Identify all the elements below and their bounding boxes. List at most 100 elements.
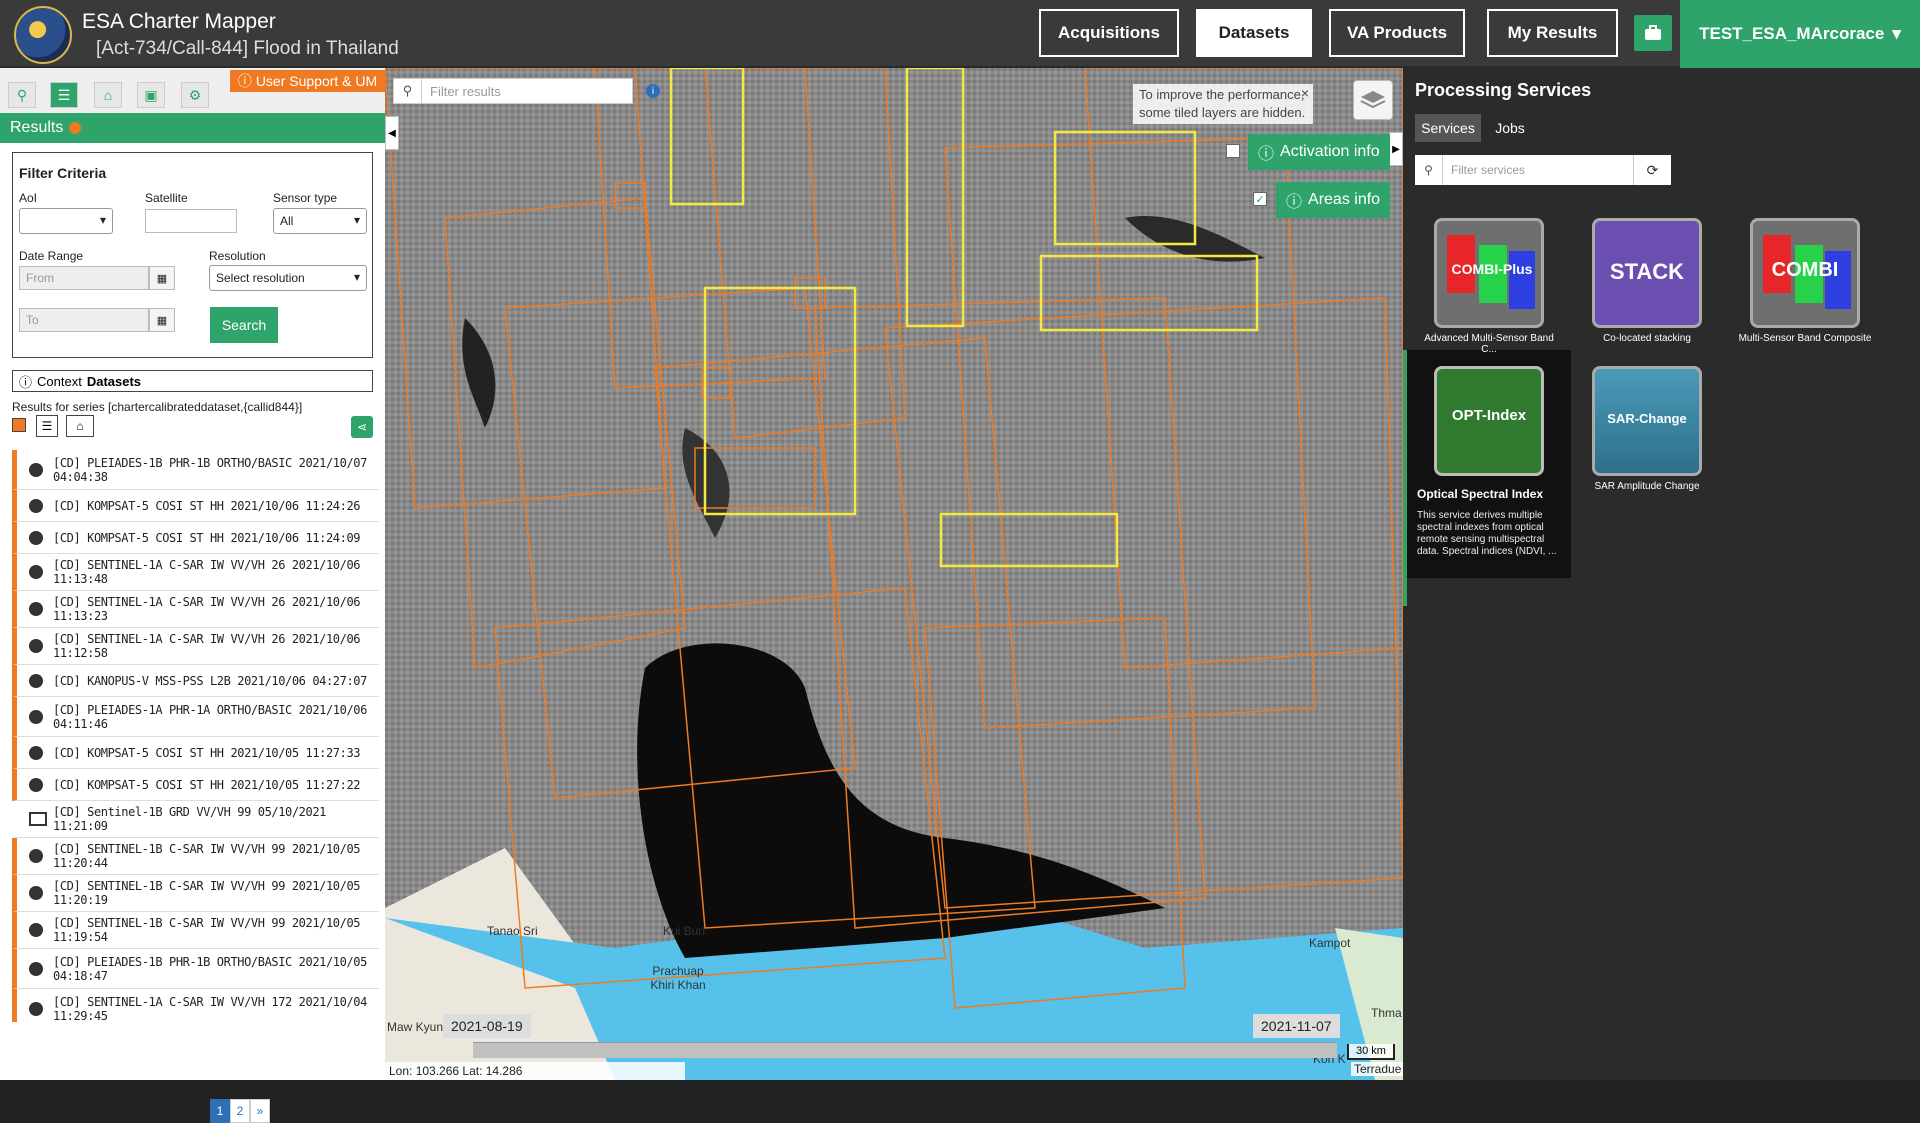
results-list-button[interactable]: ☰ <box>50 82 78 108</box>
list-view-button[interactable]: ☰ <box>36 415 58 437</box>
list-item-label: [CD] KOMPSAT-5 COSI ST HH 2021/10/06 11:… <box>53 530 361 545</box>
nav-datasets[interactable]: Datasets <box>1196 9 1312 57</box>
service-opt-index[interactable]: OPT-Index <box>1419 366 1559 476</box>
share-button[interactable]: ⋖ <box>351 416 373 438</box>
collapse-right-panel-button[interactable]: ▶ <box>1389 132 1403 166</box>
list-item[interactable]: [CD] SENTINEL-1A C-SAR IW VV/VH 172 2021… <box>12 989 379 1022</box>
list-item-label: [CD] SENTINEL-1B C-SAR IW VV/VH 99 2021/… <box>53 842 361 870</box>
list-item[interactable]: [CD] PLEIADES-1A PHR-1A ORTHO/BASIC 2021… <box>12 697 379 737</box>
aoi-label: AoI <box>19 191 38 205</box>
list-item-label: [CD] SENTINEL-1B C-SAR IW VV/VH 99 2021/… <box>53 916 361 944</box>
settings-button[interactable]: ⚙ <box>181 82 209 108</box>
context-datasets-label: Datasets <box>86 373 142 389</box>
basket-button[interactable]: ⌂ <box>94 82 122 108</box>
performance-note-line1: To improve the performance, <box>1139 87 1305 102</box>
town-label: Maw Kyun <box>387 1020 444 1034</box>
info-icon[interactable]: i <box>646 84 660 98</box>
map-view[interactable]: Tanao Sri Kui Buri Prachuap Khiri Khan M… <box>385 68 1403 1080</box>
resolution-select[interactable]: Select resolution <box>209 265 367 291</box>
service-combi-plus[interactable]: COMBI-Plus Advanced Multi-Sensor Band C.… <box>1419 218 1559 355</box>
town-label: Thma <box>1371 1006 1402 1020</box>
list-item[interactable]: [CD] SENTINEL-1A C-SAR IW VV/VH 26 2021/… <box>12 554 379 591</box>
next-page-button[interactable]: » <box>250 1099 270 1123</box>
list-item[interactable]: [CD] Sentinel-1B GRD VV/VH 99 05/10/2021… <box>12 801 379 838</box>
list-item-label: [CD] SENTINEL-1A C-SAR IW VV/VH 172 2021… <box>53 994 367 1023</box>
user-menu[interactable]: TEST_ESA_MArcorace ▾ <box>1680 0 1920 68</box>
timeline-slider[interactable] <box>473 1042 1337 1058</box>
nav-my-results[interactable]: My Results <box>1487 9 1618 57</box>
satellite-label: Satellite <box>145 191 188 205</box>
filter-title: Filter Criteria <box>19 165 107 181</box>
date-to-input[interactable]: To <box>19 308 149 332</box>
globe-icon <box>29 777 43 792</box>
search-icon: ⚲ <box>394 78 422 104</box>
satellite-input[interactable] <box>145 209 237 233</box>
calendar-to-icon[interactable]: ▦ <box>149 308 175 332</box>
list-icon: ☰ <box>41 419 53 433</box>
page-2-button[interactable]: 2 <box>230 1099 250 1123</box>
filter-services-input[interactable]: Filter services <box>1443 163 1525 177</box>
nav-acquisitions[interactable]: Acquisitions <box>1039 9 1179 57</box>
list-item[interactable]: [CD] KOMPSAT-5 COSI ST HH 2021/10/05 11:… <box>12 769 379 801</box>
layers-icon <box>1360 91 1386 109</box>
filter-results-search[interactable]: ⚲ Filter results <box>393 78 633 104</box>
rss-icon[interactable] <box>69 122 82 134</box>
service-combi[interactable]: COMBI Multi-Sensor Band Composite <box>1735 218 1875 344</box>
collapse-left-panel-button[interactable]: ◀ <box>385 116 399 150</box>
search-tool-button[interactable]: ⚲ <box>8 82 36 108</box>
user-support-button[interactable]: ⓘ User Support & UM <box>230 70 385 92</box>
list-item[interactable]: [CD] KOMPSAT-5 COSI ST HH 2021/10/06 11:… <box>12 522 379 554</box>
globe-icon <box>29 530 43 545</box>
select-all-checkbox[interactable] <box>12 418 26 432</box>
layers-button[interactable] <box>1353 80 1393 120</box>
active-service-indicator <box>1403 350 1407 606</box>
frame-icon <box>29 812 47 826</box>
service-stack[interactable]: STACK Co-located stacking <box>1577 218 1717 344</box>
list-item[interactable]: [CD] KOMPSAT-5 COSI ST HH 2021/10/05 11:… <box>12 737 379 769</box>
calendar-from-icon[interactable]: ▦ <box>149 266 175 290</box>
list-item[interactable]: [CD] SENTINEL-1A C-SAR IW VV/VH 26 2021/… <box>12 628 379 665</box>
list-item[interactable]: [CD] SENTINEL-1A C-SAR IW VV/VH 26 2021/… <box>12 591 379 628</box>
list-item[interactable]: [CD] KOMPSAT-5 COSI ST HH 2021/10/06 11:… <box>12 490 379 522</box>
aoi-select[interactable] <box>19 208 113 234</box>
basket-icon: ⌂ <box>103 87 113 103</box>
list-item[interactable]: [CD] PLEIADES-1B PHR-1B ORTHO/BASIC 2021… <box>12 949 379 989</box>
list-item[interactable]: [CD] SENTINEL-1B C-SAR IW VV/VH 99 2021/… <box>12 875 379 912</box>
context-datasets[interactable]: ⓘ Context Datasets <box>12 370 373 392</box>
list-item[interactable]: [CD] KANOPUS-V MSS-PSS L2B 2021/10/06 04… <box>12 665 379 697</box>
globe-icon <box>29 498 43 513</box>
page-1-button[interactable]: 1 <box>210 1099 230 1123</box>
user-support-label: User Support & UM <box>255 73 378 89</box>
toolbox-button[interactable] <box>1634 15 1672 51</box>
town-label: Kampot <box>1309 936 1351 950</box>
tab-jobs[interactable]: Jobs <box>1487 114 1533 142</box>
add-to-basket-button[interactable]: ⌂ <box>66 415 94 437</box>
sensor-type-select[interactable]: All <box>273 208 367 234</box>
activation-info-checkbox[interactable] <box>1226 144 1240 158</box>
share-icon: ⋖ <box>356 420 368 434</box>
panel-title: Processing Services <box>1415 80 1592 100</box>
list-item[interactable]: [CD] SENTINEL-1B C-SAR IW VV/VH 99 2021/… <box>12 838 379 875</box>
refresh-icon: ⟳ <box>1646 161 1659 178</box>
service-sar-change[interactable]: SAR-Change SAR Amplitude Change <box>1577 366 1717 492</box>
date-from-input[interactable]: From <box>19 266 149 290</box>
list-item[interactable]: [CD] PLEIADES-1B PHR-1B ORTHO/BASIC 2021… <box>12 450 379 490</box>
areas-info-toggle[interactable]: ⓘ Areas info <box>1276 182 1391 218</box>
activation-subtitle: [Act-734/Call-844] Flood in Thailand <box>96 38 399 59</box>
series-text: Results for series [chartercalibrateddat… <box>12 400 303 414</box>
list-item-label: [CD] SENTINEL-1A C-SAR IW VV/VH 26 2021/… <box>53 632 361 660</box>
nav-va-products[interactable]: VA Products <box>1329 9 1465 57</box>
archive-button[interactable]: ▣ <box>137 82 165 108</box>
activation-info-toggle[interactable]: ⓘ Activation info <box>1248 134 1390 170</box>
areas-info-checkbox[interactable]: ✓ <box>1253 192 1267 206</box>
list-item-label: [CD] PLEIADES-1A PHR-1A ORTHO/BASIC 2021… <box>53 702 367 731</box>
close-icon[interactable]: × <box>1301 84 1309 102</box>
filter-results-input[interactable]: Filter results <box>422 84 501 99</box>
combi-plus-icon: COMBI-Plus <box>1434 218 1544 328</box>
basket-icon: ⌂ <box>76 419 84 433</box>
refresh-button[interactable]: ⟳ <box>1633 155 1671 185</box>
total-results: Total results: 97 <box>114 1105 199 1119</box>
tab-services[interactable]: Services <box>1415 114 1481 142</box>
search-button[interactable]: Search <box>210 307 278 343</box>
list-item[interactable]: [CD] SENTINEL-1B C-SAR IW VV/VH 99 2021/… <box>12 912 379 949</box>
